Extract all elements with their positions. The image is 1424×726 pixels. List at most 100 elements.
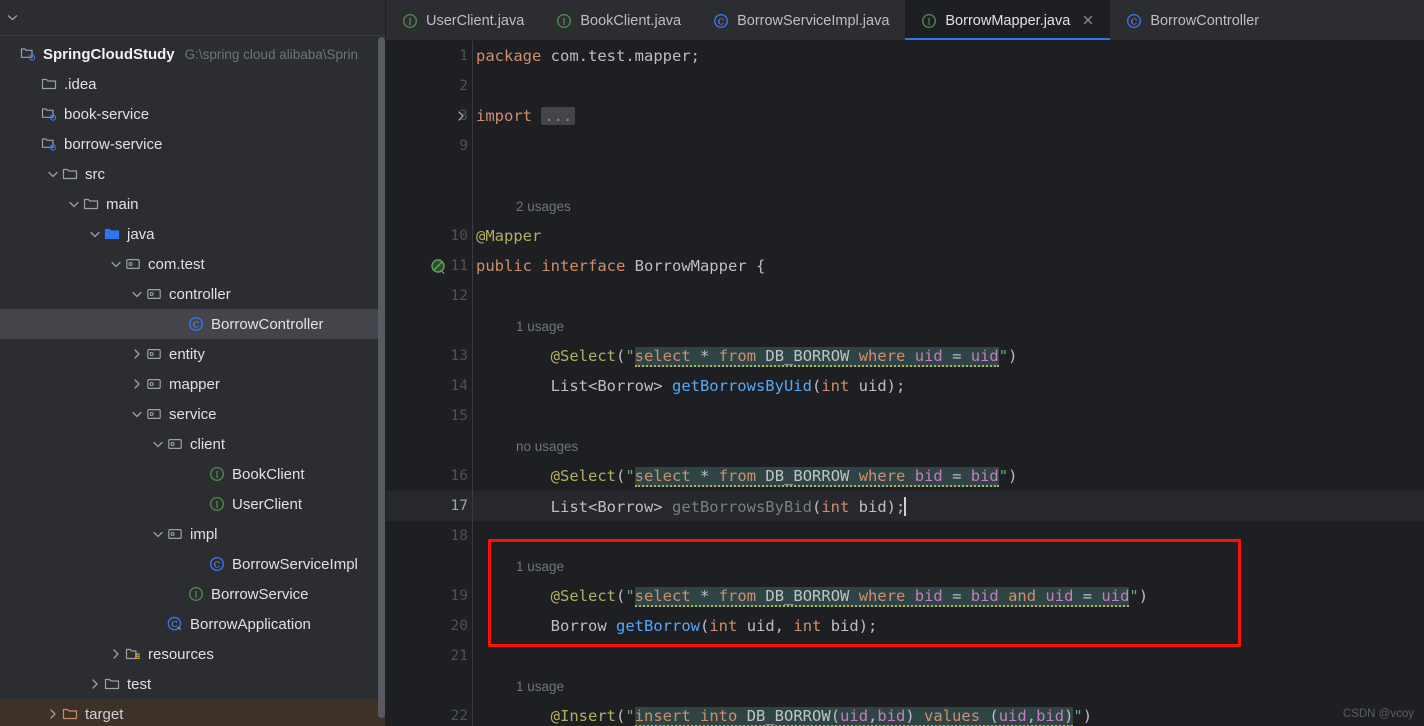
editor-tab-borrowmapper-java[interactable]: I BorrowMapper.java <box>905 0 1110 41</box>
collapsed-imports[interactable]: ... <box>541 107 575 125</box>
chevron-down-icon[interactable] <box>7 12 18 24</box>
chevron-right-icon[interactable] <box>130 348 144 360</box>
editor-tab-label: BorrowMapper.java <box>945 13 1070 29</box>
tree-item-client[interactable]: client <box>0 429 386 459</box>
chevron-down-icon[interactable] <box>130 290 144 299</box>
code-line[interactable]: 2 <box>386 71 1424 101</box>
code-editor[interactable]: 1 package com.test.mapper; 2 3 import ... 9 2 … <box>386 41 1424 726</box>
tree-item-userclient[interactable]: I UserClient <box>0 489 386 519</box>
usage-hint[interactable]: 1 usage <box>386 311 1424 341</box>
line-number[interactable]: 19 <box>386 581 474 611</box>
line-number[interactable]: 11 <box>386 251 474 281</box>
tree-item-entity[interactable]: entity <box>0 339 386 369</box>
close-icon[interactable] <box>1082 14 1094 28</box>
tree-item-test[interactable]: test <box>0 669 386 699</box>
editor-tab-userclient-java[interactable]: I UserClient.java <box>386 0 540 41</box>
project-tool-window-header[interactable]: ct <box>0 0 386 36</box>
chevron-down-icon[interactable] <box>88 230 102 239</box>
chevron-right-icon[interactable] <box>130 378 144 390</box>
code-line[interactable]: 18 <box>386 521 1424 551</box>
editor-tab-label: BorrowServiceImpl.java <box>737 13 889 29</box>
line-number[interactable]: 10 <box>386 221 474 251</box>
line-number[interactable]: 18 <box>386 521 474 551</box>
chevron-down-icon[interactable] <box>130 410 144 419</box>
project-tree[interactable]: SpringCloudStudy G:\spring cloud alibaba\… <box>0 36 386 726</box>
line-number[interactable]: 9 <box>386 131 474 161</box>
code-line[interactable]: 11 public interface BorrowMapper { <box>386 251 1424 281</box>
gutter-cell <box>386 311 474 341</box>
chevron-right-icon[interactable] <box>457 101 466 131</box>
tree-item-main[interactable]: main <box>0 189 386 219</box>
code-line[interactable]: 14 List<Borrow> getBorrowsByUid(int uid)… <box>386 371 1424 401</box>
code-line[interactable]: 3 import ... <box>386 101 1424 131</box>
code-line[interactable] <box>386 161 1424 191</box>
line-number[interactable]: 12 <box>386 281 474 311</box>
code-line[interactable]: 13 @Select("select * from DB_BORROW wher… <box>386 341 1424 371</box>
tree-item-borrowcontroller[interactable]: C BorrowController <box>0 309 386 339</box>
line-number[interactable]: 16 <box>386 461 474 491</box>
folder-icon <box>60 166 80 182</box>
tree-item-mapper[interactable]: mapper <box>0 369 386 399</box>
line-number[interactable]: 2 <box>386 71 474 101</box>
tree-item-borrow-service[interactable]: borrow-service <box>0 129 386 159</box>
java-class-icon: C <box>186 316 206 332</box>
tree-item-service[interactable]: service <box>0 399 386 429</box>
line-number[interactable]: 14 <box>386 371 474 401</box>
tree-item-com-test[interactable]: com.test <box>0 249 386 279</box>
line-number[interactable]: 15 <box>386 401 474 431</box>
code-line[interactable]: 10 @Mapper <box>386 221 1424 251</box>
usage-hint[interactable]: no usages <box>386 431 1424 461</box>
tree-item-target[interactable]: target <box>0 699 386 726</box>
code-line[interactable]: 12 <box>386 281 1424 311</box>
java-interface-icon: I <box>402 13 418 29</box>
tree-item-borrowserviceimpl[interactable]: C BorrowServiceImpl <box>0 549 386 579</box>
line-number[interactable]: 1 <box>386 41 474 71</box>
tree-item-book-service[interactable]: book-service <box>0 99 386 129</box>
chevron-down-icon[interactable] <box>67 200 81 209</box>
implemented-marker-icon[interactable] <box>431 251 446 281</box>
chevron-down-icon[interactable] <box>151 440 165 449</box>
tree-item-springcloudstudy[interactable]: SpringCloudStudy G:\spring cloud alibaba\… <box>0 39 386 69</box>
sidebar-scrollbar[interactable] <box>378 37 385 718</box>
line-number[interactable]: 17 <box>386 491 474 521</box>
tree-item-controller[interactable]: controller <box>0 279 386 309</box>
code-line[interactable]: 19 @Select("select * from DB_BORROW wher… <box>386 581 1424 611</box>
editor-tab-bar[interactable]: I UserClient.java I BookClient.java C BorrowS… <box>386 0 1424 41</box>
code-line[interactable]: 1 package com.test.mapper; <box>386 41 1424 71</box>
editor-tab-bookclient-java[interactable]: I BookClient.java <box>540 0 697 41</box>
tree-item-borrowservice[interactable]: I BorrowService <box>0 579 386 609</box>
code-line-caret[interactable]: 17 List<Borrow> getBorrowsByBid(int bid)… <box>386 491 1424 521</box>
chevron-down-icon[interactable] <box>151 530 165 539</box>
line-number[interactable]: 21 <box>386 641 474 671</box>
chevron-right-icon[interactable] <box>46 708 60 720</box>
editor-tab-borrowserviceimpl-java[interactable]: C BorrowServiceImpl.java <box>697 0 905 41</box>
chevron-right-icon[interactable] <box>109 648 123 660</box>
code-line[interactable]: 20 Borrow getBorrow(int uid, int bid); <box>386 611 1424 641</box>
code-line[interactable]: 22 @Insert("insert into DB_BORROW(uid,bi… <box>386 701 1424 726</box>
line-number[interactable]: 3 <box>386 101 474 131</box>
chevron-down-icon[interactable] <box>109 260 123 269</box>
tree-item-java[interactable]: java <box>0 219 386 249</box>
usage-hint-label: 2 usages <box>474 199 571 214</box>
usage-hint[interactable]: 1 usage <box>386 671 1424 701</box>
tree-item-src[interactable]: src <box>0 159 386 189</box>
tree-item-borrowapplication[interactable]: C BorrowApplication <box>0 609 386 639</box>
usage-hint[interactable]: 2 usages <box>386 191 1424 221</box>
chevron-right-icon[interactable] <box>88 678 102 690</box>
line-number[interactable]: 22 <box>386 701 474 726</box>
tree-item-bookclient[interactable]: I BookClient <box>0 459 386 489</box>
code-line[interactable]: 9 <box>386 131 1424 161</box>
usage-hint[interactable]: 1 usage <box>386 551 1424 581</box>
tree-item--idea[interactable]: .idea <box>0 69 386 99</box>
line-number[interactable] <box>386 161 474 191</box>
code-line[interactable]: 15 <box>386 401 1424 431</box>
code-line[interactable]: 16 @Select("select * from DB_BORROW wher… <box>386 461 1424 491</box>
tree-item-impl[interactable]: impl <box>0 519 386 549</box>
tree-item-resources[interactable]: resources <box>0 639 386 669</box>
editor-tab-borrowcontroller[interactable]: C BorrowController <box>1110 0 1275 41</box>
line-number[interactable]: 13 <box>386 341 474 371</box>
folder-icon <box>81 196 101 212</box>
chevron-down-icon[interactable] <box>46 170 60 179</box>
line-number[interactable]: 20 <box>386 611 474 641</box>
code-line[interactable]: 21 <box>386 641 1424 671</box>
